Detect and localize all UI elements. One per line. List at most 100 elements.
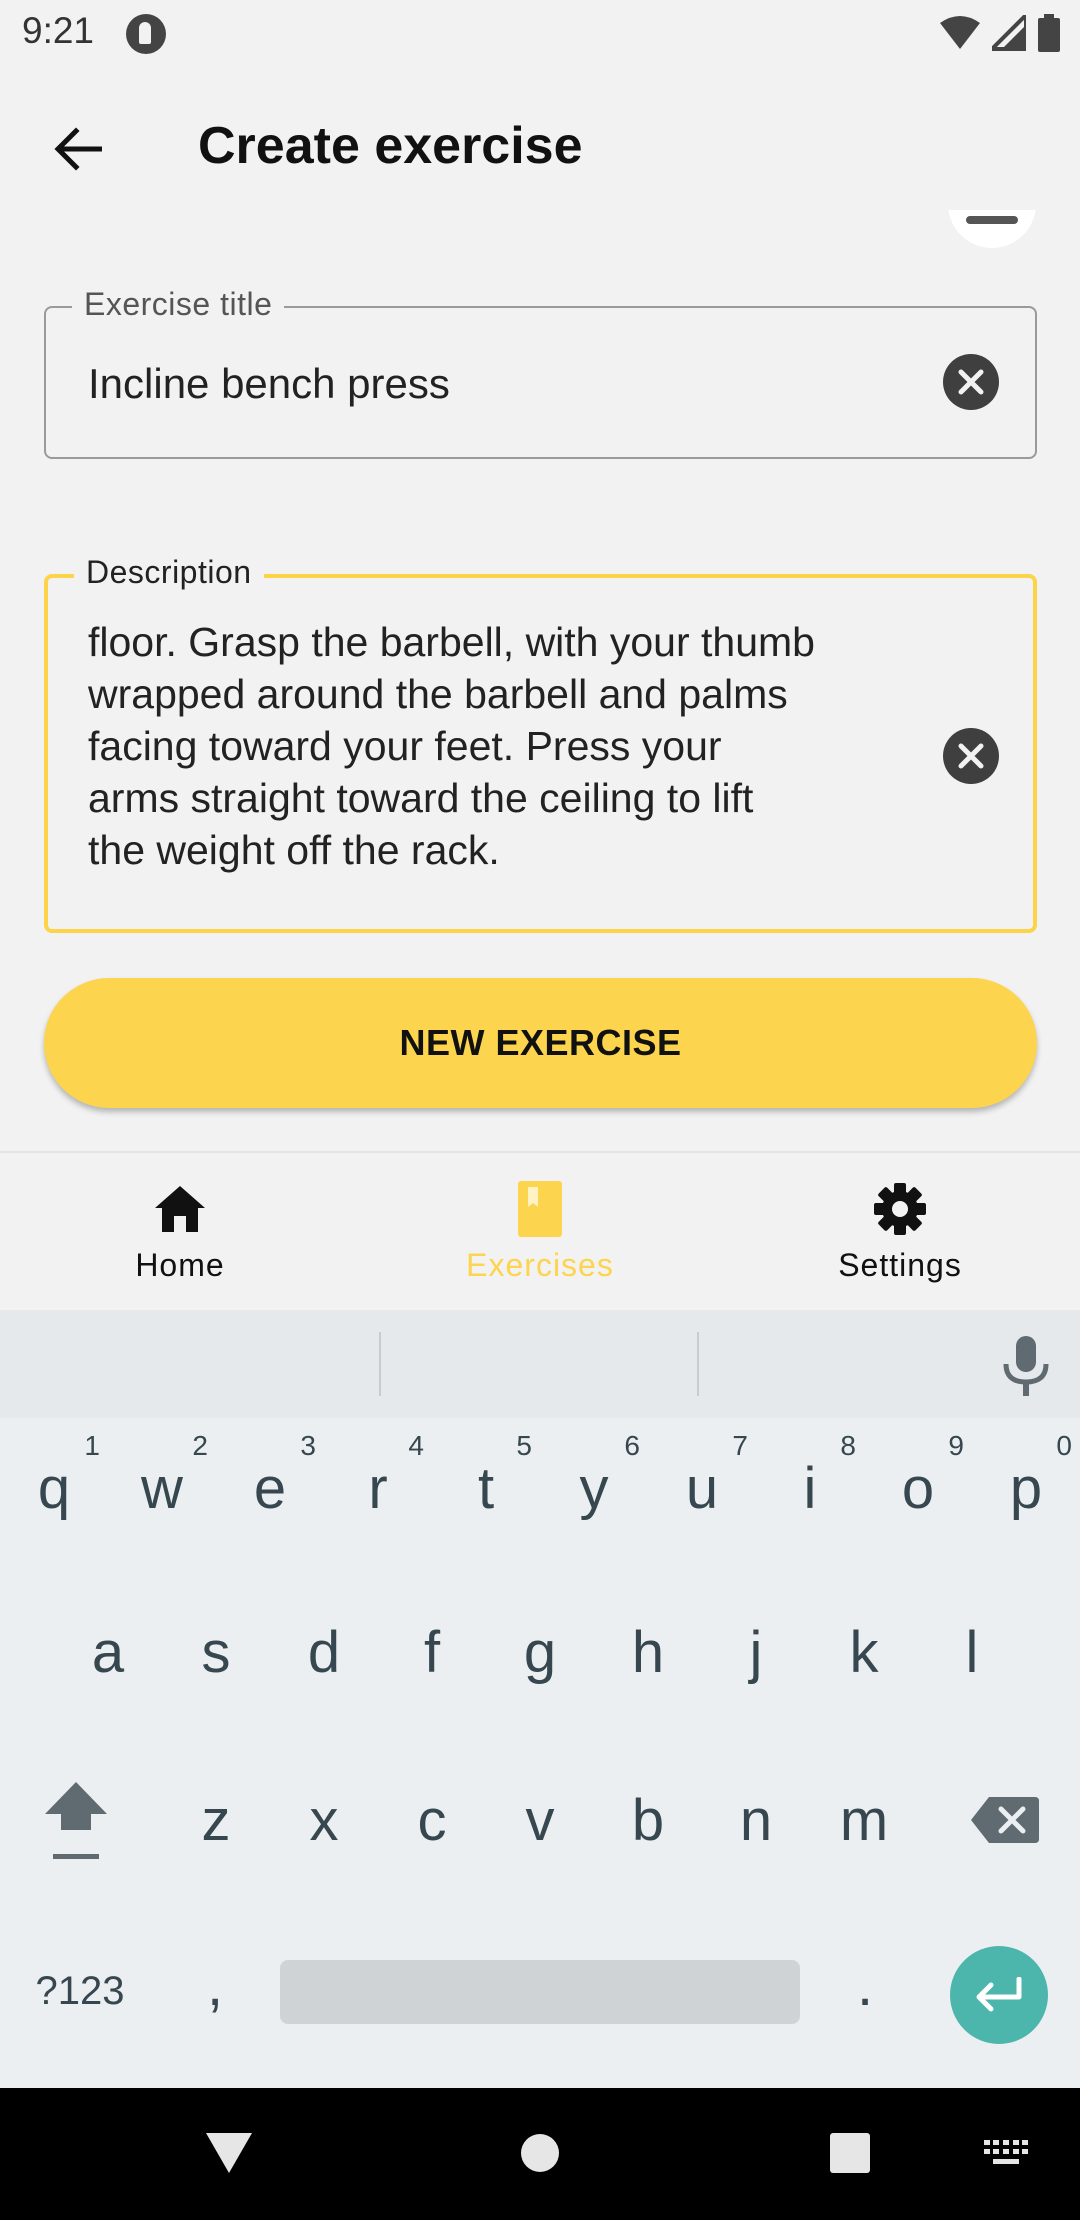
description-input[interactable]: floor. Grasp the barbell, with your thum…	[88, 616, 938, 906]
key-r[interactable]: r4	[324, 1428, 432, 1548]
key-z[interactable]: z	[162, 1760, 270, 1880]
description-line: wrapped around the barbell and palms	[88, 671, 788, 717]
notification-app-icon	[126, 14, 166, 54]
back-button[interactable]	[40, 111, 116, 187]
home-icon	[152, 1181, 208, 1237]
keyboard-switch-button[interactable]	[982, 2128, 1030, 2178]
backspace-icon	[971, 1797, 1039, 1843]
exercise-title-input[interactable]: Incline bench press	[88, 360, 450, 408]
key-h[interactable]: h	[594, 1592, 702, 1712]
enter-key[interactable]	[950, 1946, 1048, 2044]
key-hint: 4	[408, 1430, 424, 1461]
key-label: p	[1009, 1455, 1043, 1521]
key-s[interactable]: s	[162, 1592, 270, 1712]
key-label: q	[37, 1455, 71, 1521]
nav-label-settings: Settings	[838, 1247, 962, 1283]
nav-label-exercises: Exercises	[466, 1247, 614, 1283]
period-key[interactable]: .	[810, 1930, 920, 2040]
key-x[interactable]: x	[270, 1760, 378, 1880]
system-back-button[interactable]	[204, 2128, 254, 2178]
key-m[interactable]: m	[810, 1760, 918, 1880]
spacebar[interactable]	[280, 1960, 800, 2024]
key-w[interactable]: w2	[108, 1428, 216, 1548]
exercise-title-field[interactable]: Exercise title Incline bench press	[44, 286, 1037, 459]
key-label: w	[141, 1455, 183, 1521]
system-navigation-bar	[0, 2088, 1080, 2220]
clear-description-button[interactable]	[943, 728, 999, 784]
nav-item-settings[interactable]: Settings	[720, 1153, 1080, 1309]
keyboard-icon	[984, 2140, 1028, 2164]
bookmark-book-icon	[512, 1181, 568, 1237]
key-u[interactable]: u7	[648, 1428, 756, 1548]
bottom-navigation: Home Exercises Settings	[0, 1151, 1080, 1307]
status-bar: 9:21	[0, 0, 1080, 66]
microphone-icon[interactable]	[998, 1334, 1054, 1398]
close-icon	[958, 743, 984, 769]
key-hint: 9	[948, 1430, 964, 1461]
key-p[interactable]: p0	[972, 1428, 1080, 1548]
key-hint: 5	[516, 1430, 532, 1461]
key-hint: 0	[1056, 1430, 1072, 1461]
symbols-key[interactable]: ?123	[10, 1936, 150, 2046]
key-label: r	[368, 1455, 388, 1521]
key-n[interactable]: n	[702, 1760, 810, 1880]
key-t[interactable]: t5	[432, 1428, 540, 1548]
arrow-back-icon	[54, 127, 102, 171]
key-f[interactable]: f	[378, 1592, 486, 1712]
suggestion-divider	[697, 1332, 699, 1396]
gear-icon	[872, 1181, 928, 1237]
description-line: arms straight toward the ceiling to lift	[88, 775, 754, 821]
key-label: o	[901, 1455, 935, 1521]
signal-icon	[992, 15, 1026, 51]
backspace-key[interactable]	[950, 1760, 1060, 1880]
new-exercise-button[interactable]: NEW EXERCISE	[44, 978, 1037, 1108]
shift-key[interactable]	[14, 1760, 138, 1880]
key-label: e	[253, 1455, 287, 1521]
key-o[interactable]: o9	[864, 1428, 972, 1548]
suggestion-strip	[0, 1310, 1080, 1418]
nav-item-home[interactable]: Home	[0, 1153, 360, 1309]
key-hint: 2	[192, 1430, 208, 1461]
square-recents-icon	[830, 2133, 870, 2173]
key-j[interactable]: j	[702, 1592, 810, 1712]
key-hint: 6	[624, 1430, 640, 1461]
enter-icon	[976, 1977, 1022, 2012]
key-e[interactable]: e3	[216, 1428, 324, 1548]
triangle-back-icon	[206, 2133, 252, 2173]
nav-item-exercises[interactable]: Exercises	[360, 1153, 720, 1309]
status-icons	[940, 14, 1060, 52]
battery-icon	[1038, 14, 1060, 52]
clear-title-button[interactable]	[943, 354, 999, 410]
key-g[interactable]: g	[486, 1592, 594, 1712]
description-field[interactable]: Description floor. Grasp the barbell, wi…	[44, 554, 1037, 933]
key-hint: 8	[840, 1430, 856, 1461]
comma-key[interactable]: ,	[160, 1930, 270, 2040]
key-b[interactable]: b	[594, 1760, 702, 1880]
system-recents-button[interactable]	[828, 2128, 872, 2178]
exercise-title-label: Exercise title	[72, 286, 285, 323]
key-y[interactable]: y6	[540, 1428, 648, 1548]
key-k[interactable]: k	[810, 1592, 918, 1712]
key-d[interactable]: d	[270, 1592, 378, 1712]
key-v[interactable]: v	[486, 1760, 594, 1880]
key-hint: 3	[300, 1430, 316, 1461]
key-a[interactable]: a	[54, 1592, 162, 1712]
key-q[interactable]: q1	[0, 1428, 108, 1548]
key-i[interactable]: i8	[756, 1428, 864, 1548]
key-label: u	[685, 1455, 719, 1521]
system-home-button[interactable]	[518, 2128, 562, 2178]
description-line: the weight off the rack.	[88, 827, 500, 873]
key-label: t	[477, 1455, 495, 1521]
key-l[interactable]: l	[918, 1592, 1026, 1712]
key-hint: 1	[84, 1430, 100, 1461]
shift-icon	[45, 1782, 107, 1859]
nav-label-home: Home	[135, 1247, 225, 1283]
status-time: 9:21	[22, 10, 95, 51]
key-label: i	[803, 1455, 817, 1521]
circle-home-icon	[521, 2134, 559, 2172]
page-title: Create exercise	[198, 117, 583, 175]
description-line: facing toward your feet. Press your	[88, 723, 722, 769]
app-bar: Create exercise	[0, 66, 1080, 226]
suggestion-divider	[379, 1332, 381, 1396]
key-c[interactable]: c	[378, 1760, 486, 1880]
